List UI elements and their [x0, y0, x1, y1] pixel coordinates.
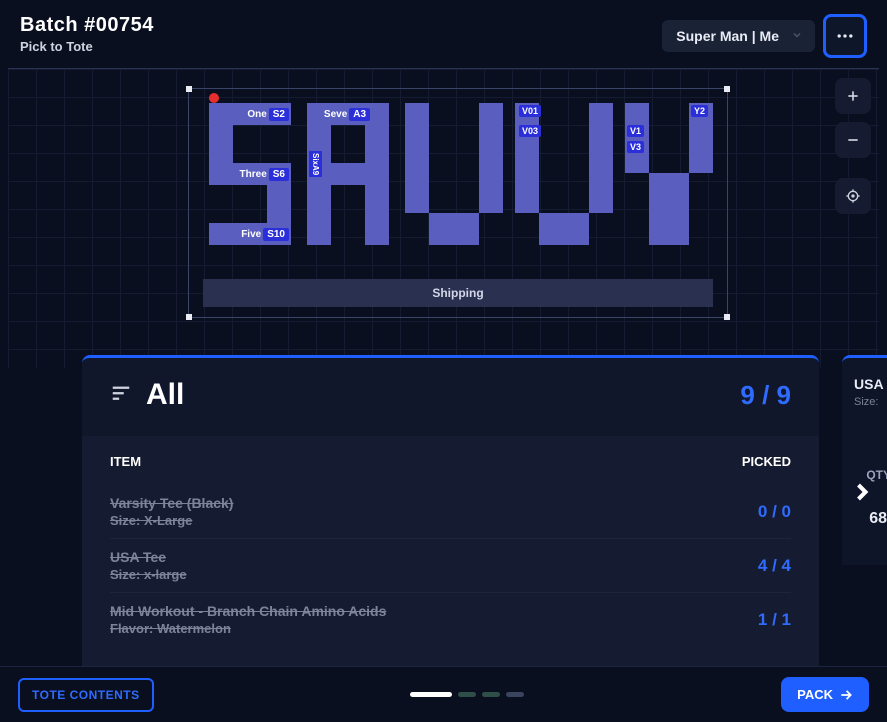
- arrow-right-icon: [839, 688, 853, 702]
- table-row[interactable]: Varsity Tee (Black) Size: X-Large 0 / 0: [110, 485, 791, 539]
- header-left: Batch #00754 Pick to Tote: [20, 14, 154, 54]
- minus-icon: [845, 132, 861, 148]
- plus-icon: [845, 88, 861, 104]
- progress-step: [482, 692, 500, 697]
- pick-table: ITEM PICKED Varsity Tee (Black) Size: X-…: [82, 436, 819, 666]
- zoom-out-button[interactable]: [835, 122, 871, 158]
- table-row[interactable]: Mid Workout - Branch Chain Amino Acids F…: [110, 593, 791, 646]
- table-row[interactable]: USA Tee Size: x-large 4 / 4: [110, 539, 791, 593]
- header-right: Super Man | Me: [662, 14, 867, 58]
- warehouse-map[interactable]: OneS2 ThreeS6 FiveS10 SeveA3 SixA9 V01 V…: [8, 68, 879, 368]
- progress-step: [506, 692, 524, 697]
- progress-indicator: [410, 692, 524, 697]
- slot-s10[interactable]: FiveS10: [209, 223, 291, 245]
- chevron-down-icon: [791, 28, 803, 44]
- locate-button[interactable]: [835, 178, 871, 214]
- pack-button[interactable]: PACK: [781, 677, 869, 712]
- panel-header: All 9 / 9: [82, 358, 819, 436]
- slot-s2[interactable]: OneS2: [209, 103, 291, 125]
- slot-v1[interactable]: V1: [627, 125, 644, 137]
- slot-v01[interactable]: V01: [519, 105, 541, 117]
- chevron-right-icon: [848, 478, 876, 511]
- footer: TOTE CONTENTS PACK: [0, 666, 887, 722]
- zoom-in-button[interactable]: [835, 78, 871, 114]
- slot-a3[interactable]: SeveA3: [307, 103, 389, 125]
- user-name: Super Man | Me: [676, 28, 779, 44]
- panel-count: 9 / 9: [740, 380, 791, 411]
- slot-a9[interactable]: SixA9: [309, 151, 322, 177]
- col-item: ITEM: [110, 454, 141, 469]
- more-horizontal-icon: [835, 26, 855, 46]
- next-item-peek[interactable]: USA Size: QTY 68: [842, 355, 887, 565]
- col-picked: PICKED: [742, 454, 791, 469]
- shipping-area: Shipping: [203, 279, 713, 307]
- header: Batch #00754 Pick to Tote Super Man | Me: [0, 0, 887, 68]
- batch-subtitle: Pick to Tote: [20, 39, 154, 54]
- slot-v03[interactable]: V03: [519, 125, 541, 137]
- panel-title: All: [146, 378, 184, 412]
- slot-y2[interactable]: Y2: [691, 105, 708, 117]
- batch-title: Batch #00754: [20, 14, 154, 37]
- progress-step: [458, 692, 476, 697]
- user-selector[interactable]: Super Man | Me: [662, 20, 815, 52]
- progress-step: [410, 692, 452, 697]
- map-controls: [835, 78, 871, 214]
- more-button[interactable]: [823, 14, 867, 58]
- tote-contents-button[interactable]: TOTE CONTENTS: [18, 678, 154, 712]
- filter-icon[interactable]: [110, 382, 132, 409]
- slot-v3[interactable]: V3: [627, 141, 644, 153]
- crosshair-icon: [845, 188, 861, 204]
- map-frame: OneS2 ThreeS6 FiveS10 SeveA3 SixA9 V01 V…: [188, 88, 728, 318]
- slot-s6[interactable]: ThreeS6: [209, 163, 291, 185]
- pick-panel: All 9 / 9 ITEM PICKED Varsity Tee (Black…: [82, 355, 819, 666]
